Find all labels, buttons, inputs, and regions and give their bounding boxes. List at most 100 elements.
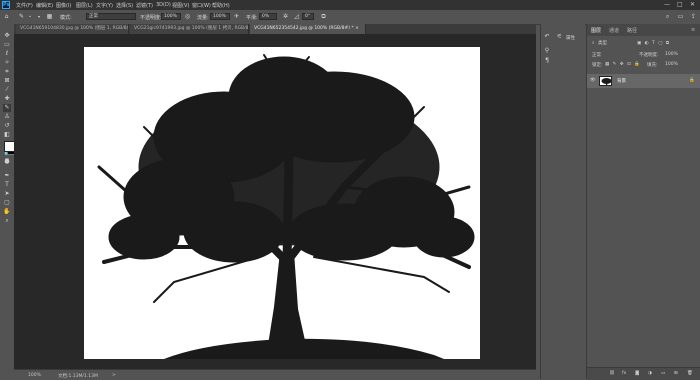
menu-bar: Ps 文件(F) 编辑(E) 图像(I) 图层(L) 文字(Y) 选择(S) 滤… (0, 0, 700, 10)
app-logo: Ps (2, 1, 10, 9)
search-icon[interactable]: ⌕ (664, 14, 671, 20)
opacity-label: 不透明度: (140, 15, 162, 21)
adjustments-icon[interactable]: ⚲ (544, 48, 550, 54)
mode-label: 模式: (60, 15, 72, 21)
panel-menu-icon[interactable]: ≡ (691, 27, 695, 33)
status-menu-arrow[interactable]: > (112, 373, 116, 378)
smoothing-settings-icon[interactable]: ✲ (282, 14, 289, 20)
minimize-button[interactable]: — (664, 1, 670, 8)
zoom-icon[interactable]: ⌕ (3, 217, 11, 225)
home-icon[interactable]: ⌂ (3, 14, 10, 20)
status-bar: 100% 文档:1.13M/1.13M > (14, 369, 536, 380)
layer-filter-icons[interactable]: ▣ ◐ T ▢ ⧉ (637, 40, 670, 46)
eraser-icon[interactable]: ◧ (3, 131, 11, 139)
menu-help[interactable]: 帮助(H) (212, 2, 230, 9)
properties-label[interactable]: 属性 (566, 35, 575, 41)
tab-document-2[interactable]: VCG21gic9741993.jpg @ 100% (图层 1 拷贝, RGB… (130, 24, 249, 34)
flow-input[interactable]: 100% (210, 13, 230, 20)
airbrush-icon[interactable]: ✈ (233, 14, 240, 20)
frame-icon[interactable]: ⊠ (3, 77, 11, 85)
menu-select[interactable]: 选择(S) (116, 2, 133, 9)
options-bar: ⌂ ✎ • ▾ ▦ 模式: 正常 不透明度: 100% ◎ 流量: 100% ✈… (0, 10, 700, 25)
menu-window[interactable]: 窗口(W) (192, 2, 211, 9)
path-select-icon[interactable]: ➤ (3, 190, 11, 198)
layer-opacity-input[interactable]: 100% (665, 52, 678, 57)
tab-paths[interactable]: 路径 (627, 27, 637, 34)
share-icon[interactable]: ⇪ (690, 14, 697, 20)
adjustment-layer-icon[interactable]: ◑ (648, 371, 652, 376)
smoothing-label: 平滑: (246, 15, 258, 21)
rectangle-icon[interactable]: ▢ (3, 199, 11, 207)
opacity-input[interactable]: 100% (161, 13, 181, 20)
hand-icon[interactable]: ✋ (3, 208, 11, 216)
close-window-button[interactable]: ✕ (690, 1, 695, 8)
search-icon: ⌕ (592, 41, 595, 46)
chevron-down-icon[interactable]: ▾ (36, 14, 42, 20)
layers-panel: 图层 通道 路径 ≡ ⌕ 类型 ▣ ◐ T ▢ ⧉ 正常 不透明度: 100% … (586, 24, 700, 380)
history-brush-icon[interactable]: ↺ (3, 122, 11, 130)
eyedropper-icon[interactable]: ⁄ (3, 86, 11, 94)
pressure-opacity-icon[interactable]: ◎ (184, 14, 191, 20)
healing-icon[interactable]: ✚ (3, 95, 11, 103)
fill-input[interactable]: 100% (665, 62, 678, 67)
properties-panel-collapsed[interactable]: ⚟ 属性 (553, 24, 585, 379)
angle-input[interactable]: 0° (302, 13, 314, 20)
smoothing-input[interactable]: 0% (259, 13, 277, 20)
tab-channels[interactable]: 通道 (609, 27, 619, 34)
tab-layers[interactable]: 图层 (591, 27, 601, 34)
layer-name[interactable]: 背景 (617, 78, 626, 84)
brush-icon[interactable]: ✎ (3, 104, 11, 112)
document-canvas[interactable] (84, 47, 480, 359)
menu-image[interactable]: 图像(I) (56, 2, 71, 9)
mode-select[interactable]: 正常 (86, 13, 136, 20)
menu-layer[interactable]: 图层(L) (76, 2, 93, 9)
menu-type[interactable]: 文字(Y) (96, 2, 113, 9)
layer-lock-icon: 🔒 (689, 78, 695, 83)
layer-row-background[interactable]: 👁 背景 🔒 (587, 74, 700, 88)
new-layer-icon[interactable]: ⊞ (674, 371, 678, 376)
layers-panel-footer: ⛓ fx ◙ ◑ ▭ ⊞ 🗑 (587, 367, 700, 380)
menu-file[interactable]: 文件(F) (16, 2, 33, 9)
fill-label: 填充: (647, 63, 658, 68)
blend-mode-select[interactable]: 正常 (592, 52, 601, 58)
menu-edit[interactable]: 编辑(E) (36, 2, 53, 9)
properties-icon[interactable]: ⚟ (556, 34, 563, 40)
quick-mask-icon[interactable]: ◘ (3, 158, 11, 166)
marquee-icon[interactable]: ▭ (3, 41, 11, 49)
brush-size-icon[interactable]: • (27, 14, 33, 20)
menu-view[interactable]: 视图(V) (172, 2, 189, 9)
lasso-icon[interactable]: ℓ (3, 50, 11, 58)
lock-label: 锁定: (592, 63, 603, 68)
tree-silhouette-image (97, 54, 475, 359)
layer-mask-icon[interactable]: ◙ (635, 371, 639, 376)
magic-wand-icon[interactable]: ✧ (3, 59, 11, 67)
brush-preset-icon[interactable]: ✎ (18, 14, 25, 20)
delete-layer-icon[interactable]: 🗑 (687, 371, 693, 376)
crop-icon[interactable]: ⌗ (3, 68, 11, 76)
maximize-button[interactable]: □ (677, 1, 683, 8)
zoom-level[interactable]: 100% (28, 373, 41, 378)
brush-settings-icon[interactable]: ▦ (46, 14, 53, 20)
type-icon[interactable]: T (3, 181, 11, 189)
symmetry-icon[interactable]: ⧉ (320, 14, 327, 20)
link-layers-icon[interactable]: ⛓ (609, 371, 615, 376)
paragraph-icon[interactable]: ¶ (544, 58, 550, 64)
visibility-eye-icon[interactable]: 👁 (590, 78, 596, 83)
tab-document-1[interactable]: VCG41N659104830.jpg @ 100% (图层 1, RGB/8)… (16, 24, 129, 34)
layer-opacity-label: 不透明度: (639, 53, 659, 58)
new-group-icon[interactable]: ▭ (661, 371, 665, 376)
flow-label: 流量: (197, 15, 209, 21)
stamp-icon[interactable]: ♙ (3, 113, 11, 121)
tab-document-3[interactable]: VCG41N652354542.jpg @ 100% (RGB/8#) * × (250, 24, 366, 34)
history-icon[interactable]: ↶ (544, 34, 550, 40)
pen-icon[interactable]: ✒ (3, 172, 11, 180)
move-icon[interactable]: ✥ (3, 32, 11, 40)
angle-icon[interactable]: ◿ (293, 14, 300, 20)
layer-kind-filter[interactable]: 类型 (598, 40, 607, 46)
document-size: 文档:1.13M/1.13M (58, 374, 98, 379)
menu-filter[interactable]: 滤镜(T) (136, 2, 153, 9)
menu-3d[interactable]: 3D(D) (156, 2, 171, 8)
workspace-icon[interactable]: ▭ (677, 14, 684, 20)
layer-style-icon[interactable]: fx (622, 371, 626, 376)
lock-icons[interactable]: ▦ ✎ ✥ ⊡ 🔒 (605, 62, 641, 67)
